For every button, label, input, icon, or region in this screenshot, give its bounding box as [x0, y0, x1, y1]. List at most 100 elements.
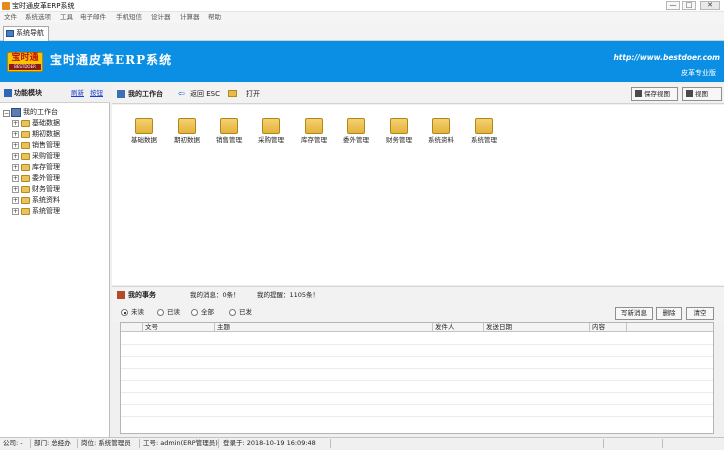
- view-icon: [686, 90, 693, 97]
- module-inventory[interactable]: 库存管理: [296, 118, 332, 145]
- module-label: 库存管理: [301, 136, 327, 144]
- close-button[interactable]: ✕: [700, 1, 720, 10]
- grid-row-line: [121, 356, 713, 357]
- module-label: 系统资料: [428, 136, 454, 144]
- folder-icon: [178, 118, 196, 134]
- radio-read-label[interactable]: 已读: [167, 306, 180, 318]
- module-sales[interactable]: 销售管理: [211, 118, 247, 145]
- workbench-title: 我的工作台: [128, 90, 163, 98]
- save-icon: [635, 90, 642, 97]
- app-icon: [2, 2, 10, 10]
- tree-root-toggle[interactable]: −: [3, 110, 10, 117]
- banner-edition: 皮革专业版: [681, 69, 716, 77]
- column-sender[interactable]: 发件人: [433, 323, 484, 332]
- back-button[interactable]: 返回 ESC: [190, 88, 220, 100]
- menu-system-options[interactable]: 系统选项: [25, 13, 51, 22]
- tree-toggle[interactable]: +: [12, 175, 19, 182]
- status-separator: [139, 439, 140, 448]
- open-button[interactable]: 打开: [246, 88, 260, 100]
- logo-text: 宝时通: [11, 53, 39, 63]
- tree-toggle[interactable]: +: [12, 142, 19, 149]
- tasks-icon: [117, 291, 125, 299]
- reminder-count[interactable]: 我的提醒：1105条！: [257, 289, 319, 301]
- tab-strip: [0, 23, 724, 41]
- radio-all-label[interactable]: 全部: [201, 306, 214, 318]
- status-department: 部门: 总经办: [34, 439, 71, 447]
- radio-unread[interactable]: [121, 309, 128, 316]
- menu-tools[interactable]: 工具: [60, 13, 73, 22]
- message-count: 我的消息：0条！: [190, 291, 240, 299]
- tree-toggle[interactable]: +: [12, 208, 19, 215]
- write-message-button[interactable]: 写新消息: [615, 307, 653, 320]
- menu-file[interactable]: 文件: [4, 13, 17, 22]
- status-employee: 工号: admin(ERP管理员): [143, 439, 218, 447]
- module-basic-data[interactable]: 基础数据: [126, 118, 162, 145]
- tree-item-finance[interactable]: 财务管理: [32, 184, 60, 194]
- tab-label: 系统导航: [16, 29, 44, 37]
- module-system-info[interactable]: 系统资料: [423, 118, 459, 145]
- radio-sent[interactable]: [229, 309, 236, 316]
- tree-toggle[interactable]: +: [12, 153, 19, 160]
- tree-item-outsourcing[interactable]: 委外管理: [32, 173, 60, 183]
- folder-icon: [21, 153, 30, 160]
- module-purchasing[interactable]: 采购管理: [253, 118, 289, 145]
- clear-button[interactable]: 清空: [686, 307, 714, 320]
- column-send-date[interactable]: 发送日期: [484, 323, 590, 332]
- maximize-button[interactable]: □: [682, 1, 696, 10]
- menu-bar: [0, 12, 724, 23]
- grid-row-line: [121, 368, 713, 369]
- radio-all[interactable]: [191, 309, 198, 316]
- tree-toggle[interactable]: +: [12, 186, 19, 193]
- view-button[interactable]: 视图: [682, 87, 722, 101]
- column-subject[interactable]: 主题: [215, 323, 433, 332]
- tree-item-inventory[interactable]: 库存管理: [32, 162, 60, 172]
- tree-item-system-admin[interactable]: 系统管理: [32, 206, 60, 216]
- navigation-icon: [6, 30, 14, 37]
- menu-help[interactable]: 帮助: [208, 13, 221, 22]
- tree-item-basic-data[interactable]: 基础数据: [32, 118, 60, 128]
- tree-root-label[interactable]: 我的工作台: [23, 107, 58, 118]
- menu-sms[interactable]: 手机短信: [116, 13, 142, 22]
- refresh-link[interactable]: 刷新: [71, 87, 84, 99]
- tree-toggle[interactable]: +: [12, 131, 19, 138]
- folder-icon: [475, 118, 493, 134]
- tree-item-opening-data[interactable]: 期初数据: [32, 129, 60, 139]
- module-opening-data[interactable]: 期初数据: [169, 118, 205, 145]
- view-label: 视图: [695, 90, 708, 98]
- status-separator: [30, 439, 31, 448]
- title-bar: [0, 0, 724, 12]
- status-company: 公司: -: [3, 439, 23, 447]
- module-finance[interactable]: 财务管理: [381, 118, 417, 145]
- delete-button[interactable]: 删除: [656, 307, 682, 320]
- folder-icon: [21, 197, 30, 204]
- back-arrow-icon[interactable]: ⇦: [178, 90, 187, 98]
- tree-item-purchasing[interactable]: 采购管理: [32, 151, 60, 161]
- module-outsourcing[interactable]: 委外管理: [338, 118, 374, 145]
- tree-toggle[interactable]: +: [12, 120, 19, 127]
- folder-icon: [21, 120, 30, 127]
- menu-email[interactable]: 电子邮件: [80, 13, 106, 22]
- tree-toggle[interactable]: +: [12, 197, 19, 204]
- module-label: 财务管理: [386, 136, 412, 144]
- radio-unread-label[interactable]: 未读: [131, 306, 144, 318]
- module-system-admin[interactable]: 系统管理: [466, 118, 502, 145]
- open-folder-icon[interactable]: [228, 90, 237, 97]
- radio-sent-label[interactable]: 已发: [239, 306, 252, 318]
- status-separator: [330, 439, 331, 448]
- folder-icon: [220, 118, 238, 134]
- radio-read[interactable]: [157, 309, 164, 316]
- menu-designer[interactable]: 设计器: [151, 13, 171, 22]
- menu-calculator[interactable]: 计算器: [180, 13, 200, 22]
- save-view-button[interactable]: 保存视图: [631, 87, 678, 101]
- minimize-button[interactable]: —: [666, 1, 680, 10]
- tree-item-system-info[interactable]: 系统资料: [32, 195, 60, 205]
- column-doc-no[interactable]: 文号: [143, 323, 215, 332]
- save-view-label: 保存视图: [644, 90, 670, 98]
- module-label: 采购管理: [258, 136, 284, 144]
- tree-item-sales[interactable]: 销售管理: [32, 140, 60, 150]
- column-content[interactable]: 内容: [590, 323, 627, 332]
- collapse-link[interactable]: 按钮: [90, 87, 103, 99]
- grid-row-line: [121, 380, 713, 381]
- tree-toggle[interactable]: +: [12, 164, 19, 171]
- modules-icon: [4, 89, 12, 97]
